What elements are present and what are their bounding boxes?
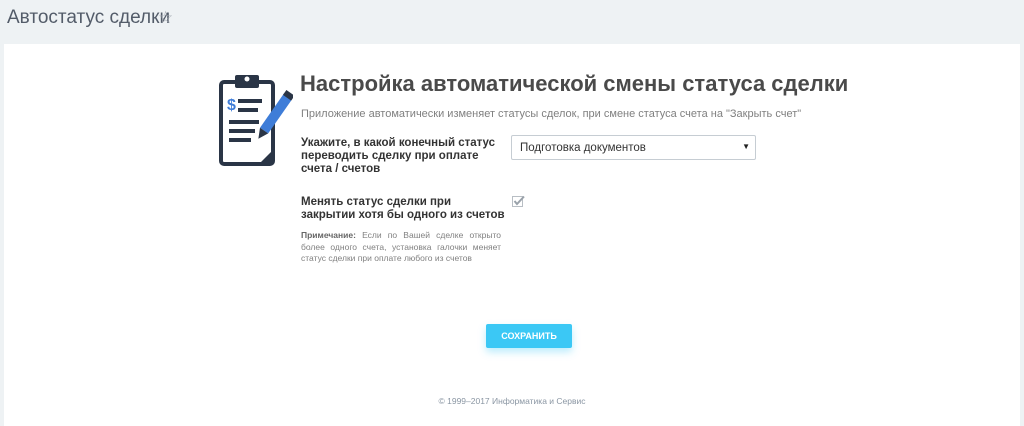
footer-copyright: © 1999–2017 Информатика и Сервис <box>438 396 586 406</box>
status-select-value: Подготовка документов <box>520 142 646 154</box>
status-select[interactable]: Подготовка документов ▼ <box>511 135 756 160</box>
close-checkbox[interactable] <box>512 195 525 208</box>
page-title: Автостатус сделки <box>7 7 171 28</box>
save-button[interactable]: СОХРАНИТЬ <box>486 324 572 348</box>
page-header: Автостатус сделки ☆ <box>0 0 1024 44</box>
note-label: Примечание: <box>301 230 356 240</box>
settings-subtitle: Приложение автоматически изменяет статус… <box>301 108 802 120</box>
svg-text:$: $ <box>227 97 236 114</box>
star-icon[interactable]: ☆ <box>158 8 173 28</box>
clipboard-icon: $ <box>219 75 293 166</box>
content-card <box>4 44 1020 426</box>
settings-title: Настройка автоматической смены статуса с… <box>300 71 849 96</box>
note-text: Примечание: Если по Вашей сделке открыто… <box>301 230 501 265</box>
status-field-label: Укажите, в какой конечный статус перевод… <box>301 137 496 175</box>
close-field-label: Менять статус сделки при закрытии хотя б… <box>301 196 505 221</box>
dropdown-arrow-icon: ▼ <box>742 142 750 151</box>
